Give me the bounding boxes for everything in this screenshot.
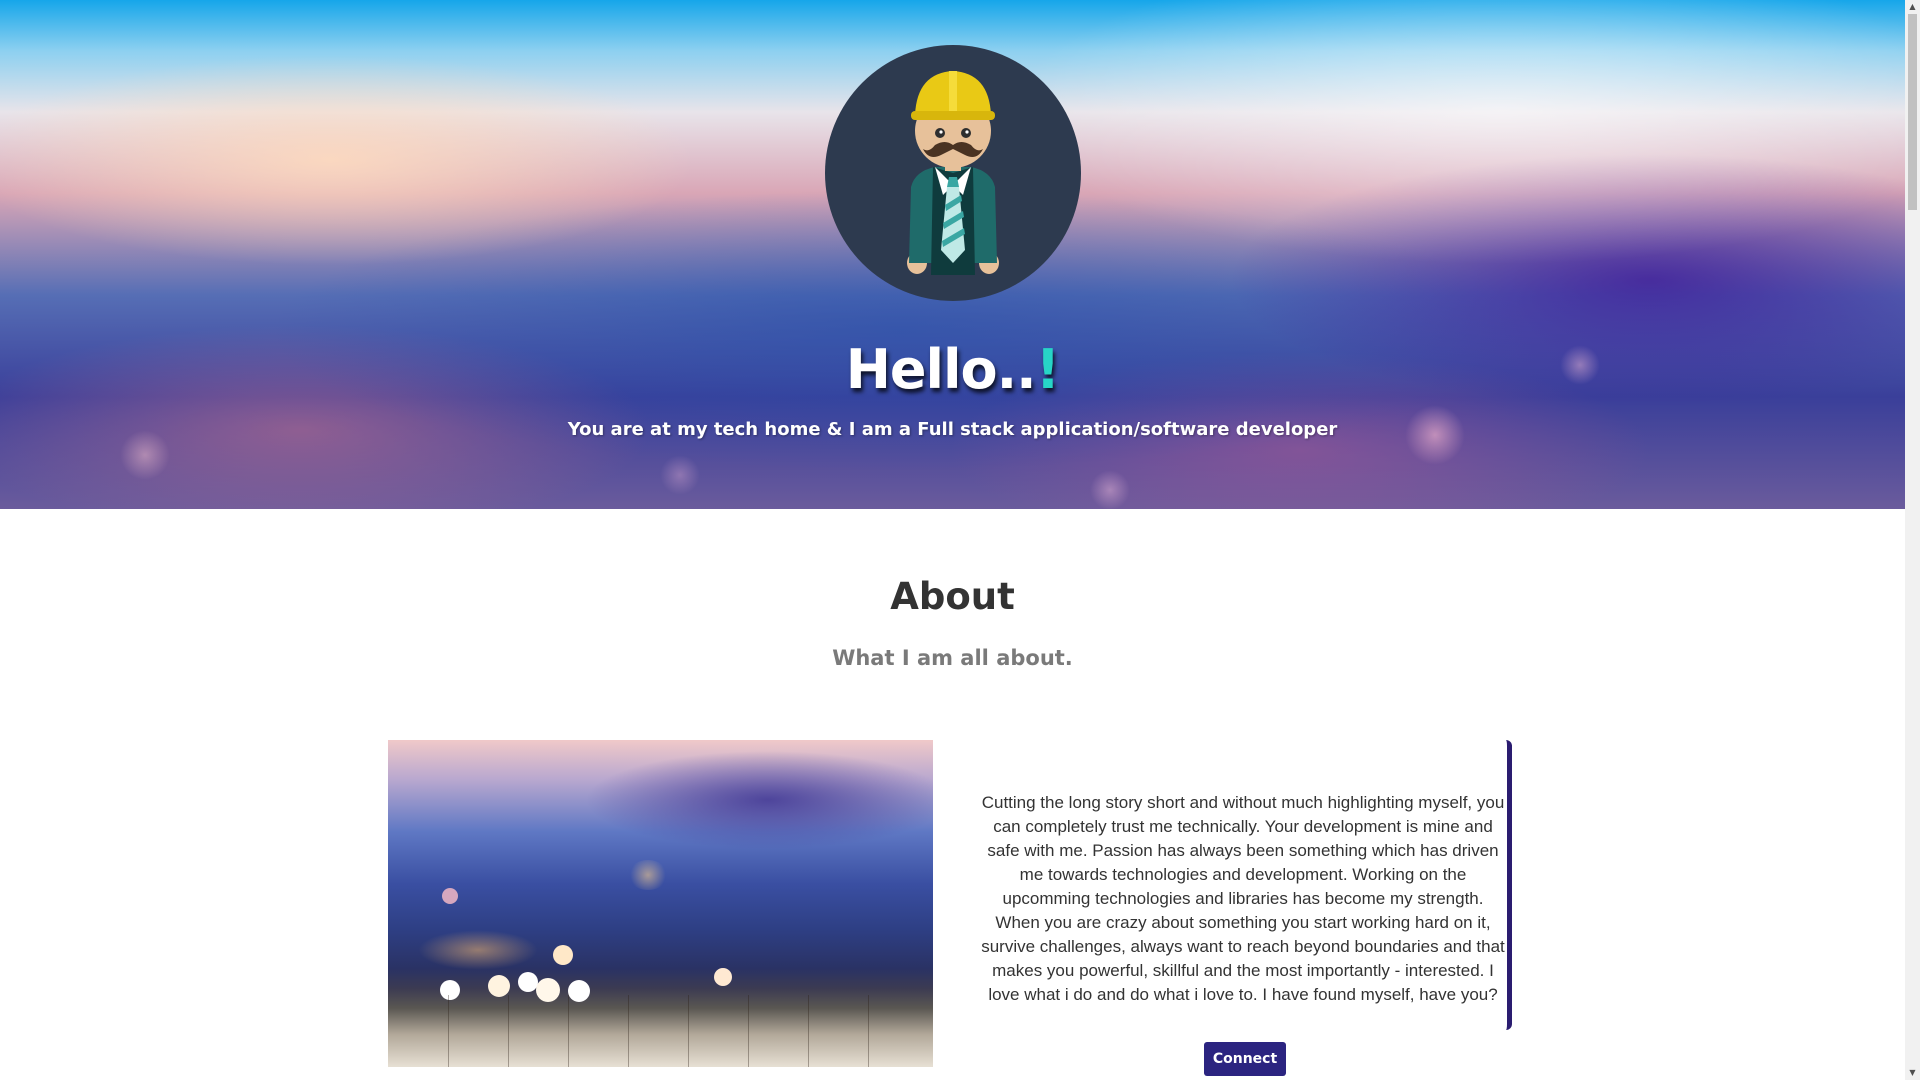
- bokeh-light: [440, 980, 460, 1000]
- deck-plank: [688, 995, 689, 1067]
- hero-banner: Hello..! You are at my tech home & I am …: [0, 0, 1905, 509]
- vertical-scrollbar[interactable]: ▲ ▼: [1905, 0, 1920, 1080]
- page: Hello..! You are at my tech home & I am …: [0, 0, 1905, 1080]
- hero-title-main: Hello..: [845, 338, 1037, 401]
- deck-plank: [568, 995, 569, 1067]
- connect-button[interactable]: Connect: [1204, 1042, 1286, 1076]
- scrollbar-thumb[interactable]: [1908, 14, 1917, 210]
- bokeh-light: [536, 978, 560, 1002]
- bokeh-light: [418, 930, 538, 970]
- bokeh-light: [714, 968, 732, 986]
- bokeh-light: [660, 455, 700, 495]
- hero-title-accent: !: [1035, 338, 1061, 401]
- deck-plank: [448, 995, 449, 1067]
- bokeh-light: [488, 975, 510, 997]
- bokeh-light: [1090, 470, 1130, 509]
- bokeh-light: [568, 980, 590, 1002]
- developer-avatar-icon: [825, 45, 1081, 301]
- scroll-down-arrow-icon[interactable]: ▼: [1905, 1066, 1920, 1080]
- bokeh-light: [553, 945, 573, 965]
- deck-plank: [808, 995, 809, 1067]
- deck-plank: [628, 995, 629, 1067]
- deck-plank: [508, 995, 509, 1067]
- deck-plank: [748, 995, 749, 1067]
- hero-subtitle: You are at my tech home & I am a Full st…: [567, 419, 1338, 440]
- about-text: Cutting the long story short and without…: [981, 793, 1505, 1004]
- about-title: About: [890, 575, 1015, 618]
- hero-title: Hello..!: [0, 338, 1905, 401]
- bokeh-light: [442, 888, 458, 904]
- about-subtitle: What I am all about.: [832, 646, 1073, 670]
- deck-plank: [868, 995, 869, 1067]
- bokeh-light: [518, 972, 538, 992]
- bokeh-light: [628, 860, 668, 890]
- about-image: [388, 740, 933, 1067]
- scroll-up-arrow-icon[interactable]: ▲: [1905, 0, 1920, 14]
